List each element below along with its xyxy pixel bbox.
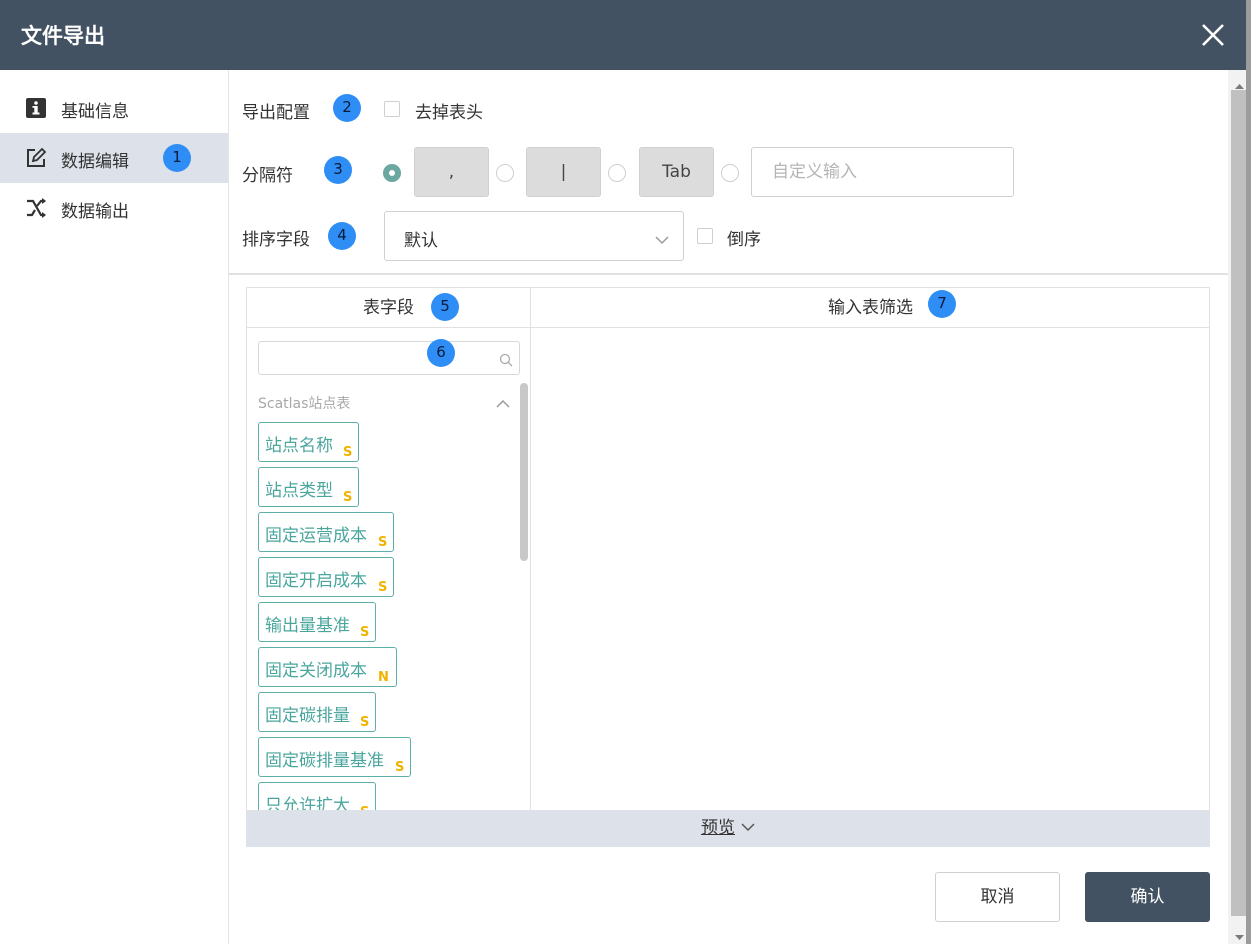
annotation-badge: 7 [928,290,956,318]
remove-header-label: 去掉表头 [415,103,483,123]
annotation-badge: 1 [163,144,191,172]
shuffle-icon [25,197,47,219]
sidebar-item-label: 基础信息 [61,102,129,122]
edit-icon [25,147,47,169]
delimiter-option-pipe[interactable]: | [526,147,601,197]
delimiter-label: 分隔符 [242,166,293,186]
group-title: Scatlas站点表 [258,396,351,412]
preview-label: 预览 [701,818,735,838]
scroll-down-icon[interactable] [1235,927,1244,940]
dialog-title: 文件导出 [21,24,105,48]
field-name: 固定碳排量基准 [265,751,384,771]
field-list-scrollbar[interactable] [520,383,528,561]
table-fields-header: 表字段 [247,288,530,328]
field-name: 只允许扩大 [265,796,350,810]
main-content: 导出配置 2 去掉表头 分隔符 3 , | Tab 排序字段 4 默认 倒序 表… [229,70,1228,944]
field-name: 固定碳排量 [265,706,350,726]
delimiter-radio-comma[interactable] [383,164,401,182]
delimiter-radio-tab[interactable] [608,164,626,182]
custom-delimiter-input[interactable] [751,147,1014,197]
delimiter-radio-pipe[interactable] [496,164,514,182]
delimiter-option-tab[interactable]: Tab [639,147,714,197]
field-chip[interactable]: 输出量基准 S [258,602,376,642]
field-chip[interactable]: 固定碳排量基准 S [258,737,411,777]
sidebar-item-label: 数据编辑 [61,152,129,172]
info-icon [25,97,47,119]
field-list: 站点名称 S 站点类型 S 固定运营成本 S 固定开启成本 S 输出量基准 S … [258,422,520,810]
field-chip[interactable]: 固定碳排量 S [258,692,376,732]
reverse-order-checkbox[interactable] [697,228,713,244]
field-name: 站点类型 [265,481,333,501]
input-filter-header: 输入表筛选 [531,288,1210,328]
sidebar-item-label: 数据输出 [61,202,129,222]
sidebar: 基础信息 数据编辑 1 数据输出 [0,70,229,944]
sort-field-label: 排序字段 [242,230,310,250]
field-type: S [378,535,388,550]
field-name: 固定开启成本 [265,571,367,591]
field-chip[interactable]: 站点类型 S [258,467,359,507]
annotation-badge: 6 [427,339,455,367]
remove-header-checkbox[interactable] [384,101,400,117]
field-name: 固定运营成本 [265,526,367,546]
field-name: 输出量基准 [265,616,350,636]
field-name: 固定关闭成本 [265,661,367,681]
field-chip[interactable]: 固定开启成本 S [258,557,394,597]
delimiter-option-comma[interactable]: , [414,147,489,197]
scroll-up-icon[interactable] [1235,76,1244,89]
sort-field-value: 默认 [404,231,438,251]
field-type: S [360,625,370,640]
annotation-badge: 2 [333,94,361,122]
confirm-button[interactable]: 确认 [1085,872,1210,922]
delimiter-radio-custom[interactable] [721,164,739,182]
field-type: N [378,670,389,685]
annotation-badge: 5 [431,293,459,321]
field-filter-panel: 表字段 5 输入表筛选 7 6 Scatlas站点表 站点名称 S 站点类型 S… [246,287,1210,847]
reverse-order-label: 倒序 [727,230,761,250]
sidebar-item-data-output[interactable]: 数据输出 [0,183,228,233]
field-name: 站点名称 [265,436,333,456]
section-divider [229,273,1228,275]
window-edge [1246,0,1251,944]
field-type: S [395,760,405,775]
annotation-badge: 3 [324,156,352,184]
search-icon [499,352,513,367]
close-icon[interactable] [1199,20,1227,50]
field-chip[interactable]: 固定运营成本 S [258,512,394,552]
field-chip[interactable]: 只允许扩大 S [258,782,376,810]
sidebar-item-basic-info[interactable]: 基础信息 [0,83,228,133]
field-type: S [343,490,353,505]
field-type: S [360,715,370,730]
table-fields-header-label: 表字段 [363,298,414,318]
column-divider [530,288,531,847]
export-config-label: 导出配置 [242,103,310,123]
field-chip[interactable]: 固定关闭成本 N [258,647,397,687]
chevron-up-icon[interactable] [496,394,510,408]
preview-toggle[interactable]: 预览 [246,810,1210,847]
annotation-badge: 4 [328,222,356,250]
field-chip[interactable]: 站点名称 S [258,422,359,462]
chevron-down-icon [741,817,755,832]
field-search-input[interactable] [258,341,520,375]
input-filter-header-label: 输入表筛选 [828,298,913,318]
sort-field-select[interactable]: 默认 [384,211,684,261]
chevron-down-icon [655,230,669,245]
dialog-titlebar: 文件导出 [0,0,1251,70]
sidebar-item-data-edit[interactable]: 数据编辑 1 [0,133,228,183]
field-type: S [343,445,353,460]
field-type: S [378,580,388,595]
cancel-button[interactable]: 取消 [935,872,1060,922]
